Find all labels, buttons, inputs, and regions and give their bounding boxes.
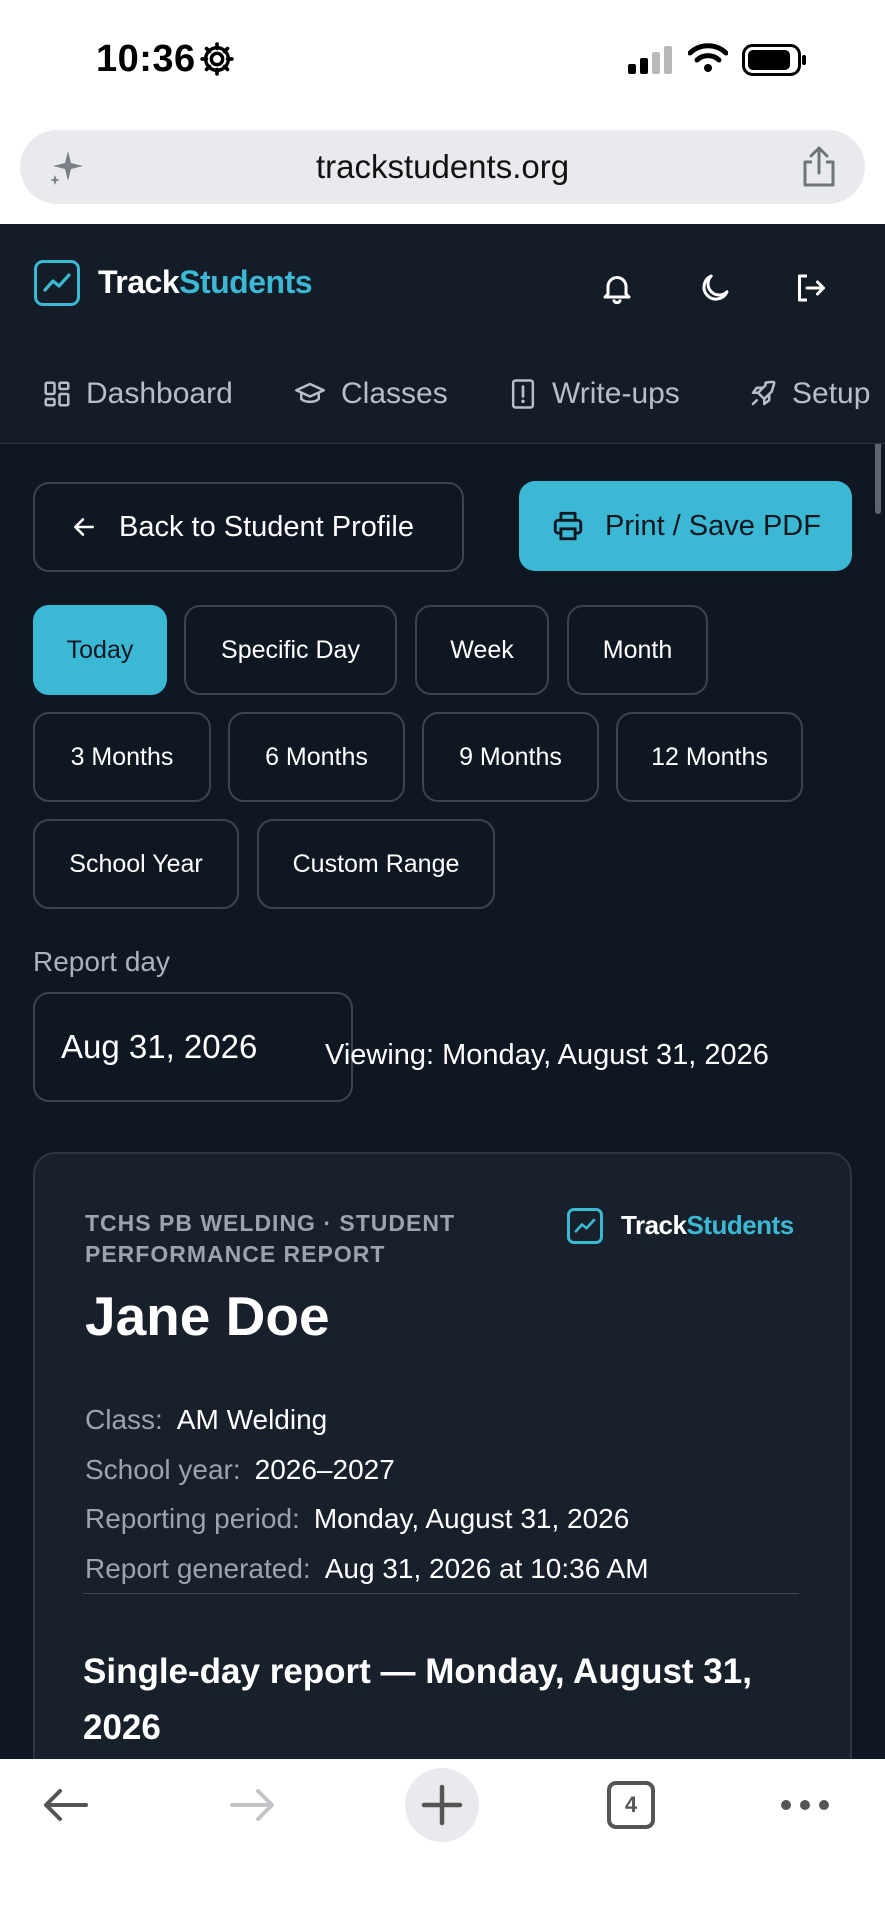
range-chip-month[interactable]: Month	[567, 605, 708, 695]
plus-icon	[421, 1784, 463, 1826]
dashboard-icon	[44, 381, 70, 407]
meta-class: Class: AM Welding	[85, 1404, 328, 1435]
nav-dashboard-label: Dashboard	[86, 377, 233, 410]
back-button-label: Back to Student Profile	[119, 510, 414, 543]
report-day-input[interactable]: Aug 31, 2026	[33, 992, 353, 1102]
report-logo: TrackStudents	[621, 1210, 794, 1240]
range-chip-12-months[interactable]: 12 Months	[616, 712, 803, 802]
range-chip-today[interactable]: Today	[33, 605, 167, 695]
new-tab-button[interactable]	[405, 1768, 479, 1842]
alert-file-icon	[511, 379, 535, 409]
app-logo[interactable]: TrackStudents	[98, 264, 313, 301]
url-text[interactable]: trackstudents.org	[20, 148, 865, 186]
bell-icon[interactable]	[599, 270, 635, 306]
print-button-label: Print / Save PDF	[605, 509, 821, 542]
meta-report-generated: Report generated: Aug 31, 2026 at 10:36 A…	[85, 1553, 649, 1584]
nav-write-ups-label: Write-ups	[552, 377, 680, 410]
print-save-pdf-button[interactable]: Print / Save PDF	[519, 481, 852, 571]
range-chip-9-months[interactable]: 9 Months	[422, 712, 599, 802]
more-options-icon[interactable]	[780, 1797, 830, 1813]
chart-trend-icon	[574, 1218, 596, 1233]
nav-setup-label: Setup	[792, 377, 871, 410]
browser-toolbar: 4	[0, 1759, 885, 1920]
range-chip-custom-range[interactable]: Custom Range	[257, 819, 495, 909]
app-header: TrackStudents	[0, 224, 885, 344]
nav-setup[interactable]: Setup	[748, 374, 870, 414]
main-nav: Dashboard Classes Write-ups Setup	[0, 344, 885, 444]
battery-icon	[742, 44, 806, 76]
report-day-label: Report day	[33, 946, 170, 977]
range-chip-3-months[interactable]: 3 Months	[33, 712, 211, 802]
url-bar[interactable]: trackstudents.org	[20, 130, 865, 204]
printer-icon	[553, 511, 583, 541]
nav-classes[interactable]: Classes	[293, 374, 448, 414]
app-content: TrackStudents Dashboard Classes Write-up…	[0, 224, 885, 1759]
student-name: Jane Doe	[85, 1285, 330, 1347]
cellular-signal-icon	[628, 46, 672, 74]
wifi-icon	[688, 43, 728, 72]
range-chip-school-year[interactable]: School Year	[33, 819, 239, 909]
forward-arrow-icon[interactable]	[228, 1785, 278, 1825]
range-chip-specific-day[interactable]: Specific Day	[184, 605, 397, 695]
status-time: 10:36	[96, 38, 196, 80]
report-divider	[83, 1593, 799, 1594]
logo-icon	[34, 260, 80, 306]
back-arrow-icon[interactable]	[40, 1785, 90, 1825]
nav-classes-label: Classes	[341, 377, 448, 410]
chart-trend-icon	[43, 273, 71, 292]
nav-write-ups[interactable]: Write-ups	[508, 374, 680, 414]
range-chip-6-months[interactable]: 6 Months	[228, 712, 405, 802]
meta-reporting-period: Reporting period: Monday, August 31, 2026	[85, 1503, 630, 1534]
status-bar: 10:36	[0, 0, 885, 118]
gear-icon	[200, 42, 234, 76]
tabs-button[interactable]: 4	[607, 1781, 655, 1829]
share-icon[interactable]	[799, 145, 839, 189]
report-subtitle: TCHS PB WELDING · STUDENT PERFORMANCE RE…	[85, 1210, 455, 1267]
graduation-cap-icon	[295, 382, 325, 404]
viewing-text: Viewing: Monday, August 31, 2026	[325, 1039, 769, 1071]
back-to-profile-button[interactable]: Back to Student Profile	[33, 482, 464, 572]
moon-icon[interactable]	[697, 270, 733, 306]
logout-icon[interactable]	[792, 270, 828, 306]
report-logo-icon	[567, 1208, 603, 1244]
rocket-icon	[751, 380, 776, 406]
nav-dashboard[interactable]: Dashboard	[42, 374, 233, 414]
section-title: Single-day report — Monday, August 31, 2…	[83, 1652, 752, 1747]
range-chip-week[interactable]: Week	[415, 605, 549, 695]
meta-school-year: School year: 2026–2027	[85, 1454, 395, 1485]
arrow-left-icon	[74, 518, 94, 536]
